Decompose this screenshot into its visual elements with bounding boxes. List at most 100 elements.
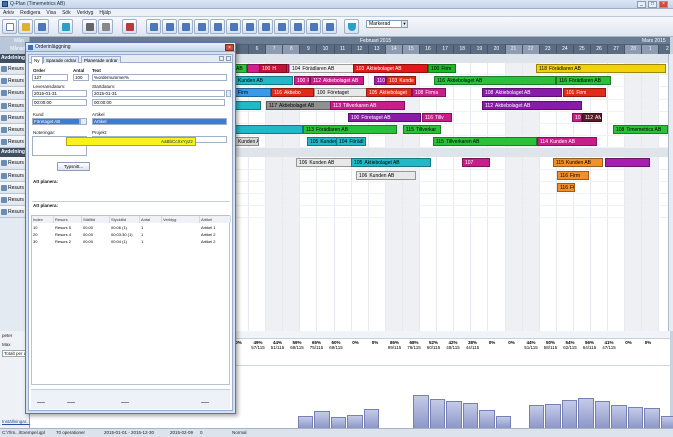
table-cell[interactable]: Resurs 2 — [54, 239, 82, 245]
minimize-button[interactable]: _ — [637, 1, 646, 8]
dialog-close-icon[interactable] — [226, 56, 231, 61]
gantt-bar[interactable]: 103 Kunde — [386, 76, 416, 86]
view-list-icon[interactable] — [194, 19, 209, 34]
table-header[interactable]: Verktyg — [162, 216, 200, 223]
gantt-bar[interactable]: 113 Förädlaren AB — [303, 125, 397, 134]
table-cell[interactable]: 1 — [140, 232, 162, 238]
leverans-time-input[interactable]: 00:00:00 — [32, 99, 87, 106]
table-cell[interactable]: 00:03:30 (1) — [110, 232, 140, 238]
gantt-bar[interactable]: 115 Tillverkaren AB — [433, 137, 537, 147]
table-header[interactable]: Styckttid — [110, 216, 140, 223]
table-cell[interactable]: 1 — [140, 239, 162, 245]
gantt-bar[interactable]: 100 Företaget — [314, 88, 369, 98]
dialog-close-button[interactable]: × — [225, 44, 234, 51]
view-chart-icon[interactable] — [226, 19, 241, 34]
antal-input[interactable]: 100 — [73, 74, 89, 81]
gantt-bar[interactable]: 116 Aktiebo — [271, 88, 314, 98]
table-cell[interactable]: Resurs 4 — [54, 232, 82, 238]
gantt-bar[interactable]: 112 Aktiebolaget AB — [310, 76, 364, 86]
chevron-down-icon[interactable]: ▼ — [401, 21, 407, 27]
text-input[interactable]: %ordernummer% — [92, 74, 227, 81]
gantt-bar[interactable] — [233, 100, 261, 110]
menu-visa[interactable]: Visa — [43, 9, 59, 17]
gantt-bar[interactable]: 106 Kunden AB — [296, 158, 356, 168]
calendar-icon[interactable] — [122, 19, 137, 34]
kund-select-arrow[interactable] — [80, 118, 87, 125]
gantt-bar[interactable]: 105 Aktiebolaget — [366, 88, 412, 98]
table-cell[interactable]: 1 — [140, 225, 162, 231]
table-cell[interactable]: Artikel 1 — [200, 225, 231, 231]
gantt-bar[interactable]: 114 Kunden AB — [537, 137, 597, 147]
table-cell[interactable] — [162, 239, 200, 245]
table-header[interactable]: Index — [32, 216, 54, 223]
table-cell[interactable]: Artikel 2 — [200, 239, 231, 245]
gantt-bar[interactable]: 116 Förädlaren AB — [556, 76, 611, 86]
table-cell[interactable]: 00:00 — [82, 225, 110, 231]
tab-sparade-ordrar[interactable]: Sparade ordrar — [43, 56, 80, 63]
view-grid-icon[interactable] — [258, 19, 273, 34]
gantt-bar[interactable]: 100 H — [259, 64, 287, 73]
gantt-bar[interactable]: 118 Förädlaren AB — [536, 64, 666, 73]
table-cell[interactable]: 00:00 — [82, 232, 110, 238]
gantt-bar[interactable]: Firm — [233, 88, 271, 98]
view-day-icon[interactable] — [146, 19, 161, 34]
table-cell[interactable]: 30 — [32, 239, 54, 245]
gantt-bar[interactable]: 105 Aktiebolaget AB — [351, 158, 431, 168]
gantt-bar[interactable]: 108 Aktiebolaget AB — [482, 88, 562, 98]
gantt-bar[interactable]: 110Firma — [374, 76, 386, 86]
start-date-input[interactable]: 2015-01-31 — [92, 90, 225, 97]
view-load-icon[interactable] — [306, 19, 321, 34]
new-icon[interactable] — [2, 19, 17, 34]
undo-icon[interactable] — [58, 19, 73, 34]
table-header[interactable]: Ställtid — [82, 216, 110, 223]
gantt-bar[interactable]: 116 Tillv — [422, 112, 452, 122]
kund-select[interactable]: Företaget AB — [32, 118, 80, 125]
tab-planerade-ordrar[interactable]: Planerade ordrar — [81, 56, 121, 63]
view-res-icon[interactable] — [290, 19, 305, 34]
view-combo[interactable]: Markerad ▼ — [366, 20, 408, 28]
gantt-bar[interactable]: 104 Förädl — [336, 137, 366, 147]
table-header[interactable]: Antal — [140, 216, 162, 223]
view-gantt-icon[interactable] — [210, 19, 225, 34]
gantt-bar[interactable]: Kunden AB — [233, 137, 259, 147]
gantt-bar[interactable]: 108 Firma — [412, 88, 446, 98]
gantt-bar[interactable]: 112 AM — [582, 112, 602, 122]
gantt-bar[interactable]: 100Före — [294, 76, 310, 86]
table-cell[interactable]: Resurs 5 — [54, 225, 82, 231]
gantt-bar[interactable]: 106 Kunden AB — [356, 170, 416, 180]
view-split-icon[interactable] — [274, 19, 289, 34]
table-header[interactable]: Artikel — [200, 216, 231, 223]
view-extra-icon[interactable] — [322, 19, 337, 34]
gantt-bar[interactable] — [233, 125, 303, 134]
gantt-bar[interactable]: 112 Aktiebolaget AB — [482, 100, 582, 110]
table-cell[interactable] — [162, 225, 200, 231]
save-icon[interactable] — [34, 19, 49, 34]
gantt-bar[interactable]: 105Kunden AB — [307, 137, 337, 147]
gantt-bar[interactable]: 101 — [572, 112, 582, 122]
dialog-title-bar[interactable]: Orderinläggning × — [26, 43, 235, 52]
gantt-bar[interactable]: 100 Företaget AB — [348, 112, 421, 122]
gantt-bar[interactable]: 115 Kunden AB — [553, 158, 603, 168]
gantt-bar[interactable]: 113 Tillverkaren AB — [330, 100, 405, 110]
table-cell[interactable]: 10 — [32, 225, 54, 231]
table-cell[interactable]: 00:06 (1) — [110, 225, 140, 231]
table-cell[interactable] — [162, 232, 200, 238]
gantt-bar[interactable]: 103 Aktiebolaget AB — [353, 64, 428, 73]
gantt-bar[interactable]: 116FG — [557, 182, 575, 192]
gantt-bar[interactable]: 104 Förädlaren AB — [289, 64, 354, 73]
gantt-bar[interactable]: 116 Firm — [557, 170, 589, 180]
print-preview-icon[interactable] — [98, 19, 113, 34]
start-date-arrow[interactable] — [226, 90, 231, 97]
start-time-input[interactable]: 00:00:00 — [92, 99, 225, 106]
filter-icon[interactable] — [344, 19, 359, 34]
leverans-date-input[interactable]: 2015-01-31 — [32, 90, 87, 97]
menu-hjalp[interactable]: Hjälp — [96, 9, 113, 17]
print-icon[interactable] — [82, 19, 97, 34]
gantt-bar[interactable]: 117 Aktiebolaget AB — [266, 100, 331, 110]
table-cell[interactable]: 00:04 (1) — [110, 239, 140, 245]
order-input[interactable]: 127 — [32, 74, 68, 81]
gantt-bar[interactable] — [605, 158, 650, 168]
settings-link[interactable]: Inställningar... — [2, 419, 30, 424]
dialog-pin-icon[interactable] — [219, 56, 224, 61]
artikel-select[interactable]: Artikel — [92, 118, 227, 125]
